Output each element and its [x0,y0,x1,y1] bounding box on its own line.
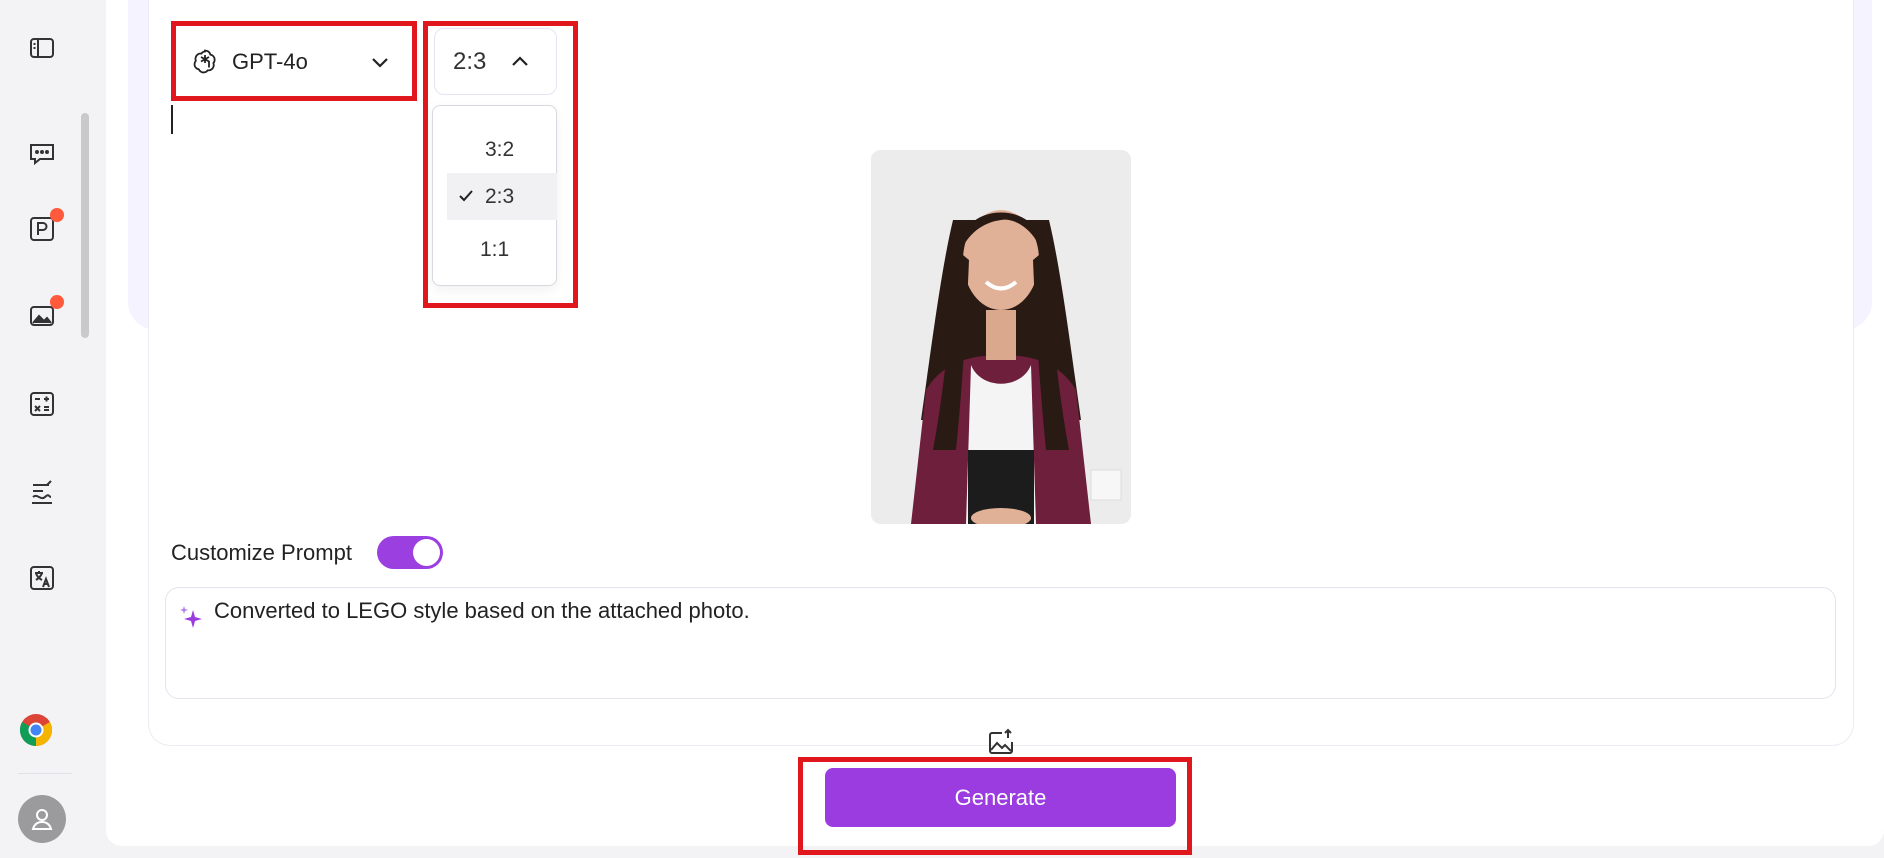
aspect-ratio-menu: 3:2 2:3 1:1 [432,105,557,286]
model-dropdown[interactable]: GPT-4o [182,32,402,92]
calculator-icon[interactable] [24,386,60,422]
image-upload-icon[interactable] [986,728,1016,758]
hot-badge-icon [50,208,64,222]
avatar[interactable] [18,795,66,843]
ratio-option-label: 2:3 [485,184,515,208]
uploaded-photo [871,150,1131,524]
ratio-option-3-2[interactable]: 3:2 [447,126,557,173]
chevron-down-icon [372,58,388,68]
chat-icon[interactable] [24,136,60,172]
prompt-textarea[interactable]: Converted to LEGO style based on the att… [165,587,1836,699]
chevron-up-icon [512,55,529,66]
customize-prompt-label: Customize Prompt [171,540,352,565]
model-label: GPT-4o [232,49,308,74]
write-icon[interactable] [24,474,60,510]
text-cursor [171,105,173,134]
aspect-ratio-value: 2:3 [453,47,487,75]
image-icon[interactable] [24,295,64,334]
toggle-knob [413,539,440,566]
sparkle-icon [180,606,202,628]
generate-button[interactable]: Generate [825,768,1176,827]
user-icon [31,809,53,830]
aspect-ratio-dropdown[interactable]: 2:3 [434,28,557,95]
hot-badge-icon [50,295,64,309]
sidebar-toggle-icon[interactable] [24,30,60,66]
ratio-option-1-1[interactable]: 1:1 [447,226,557,273]
sidebar [0,0,104,858]
ratio-option-2-3[interactable]: 2:3 [447,173,557,220]
ppt-icon[interactable] [24,208,64,247]
sidebar-divider [18,773,72,774]
prompt-text: Converted to LEGO style based on the att… [214,598,750,623]
customize-prompt-toggle[interactable] [377,536,443,569]
ratio-option-label: 3:2 [485,137,515,161]
translate-icon[interactable] [24,560,60,596]
check-icon [459,190,473,202]
ratio-option-label: 1:1 [480,237,510,261]
chrome-icon[interactable] [19,713,53,747]
sidebar-scrollbar[interactable] [81,113,89,338]
openai-icon [193,49,216,74]
